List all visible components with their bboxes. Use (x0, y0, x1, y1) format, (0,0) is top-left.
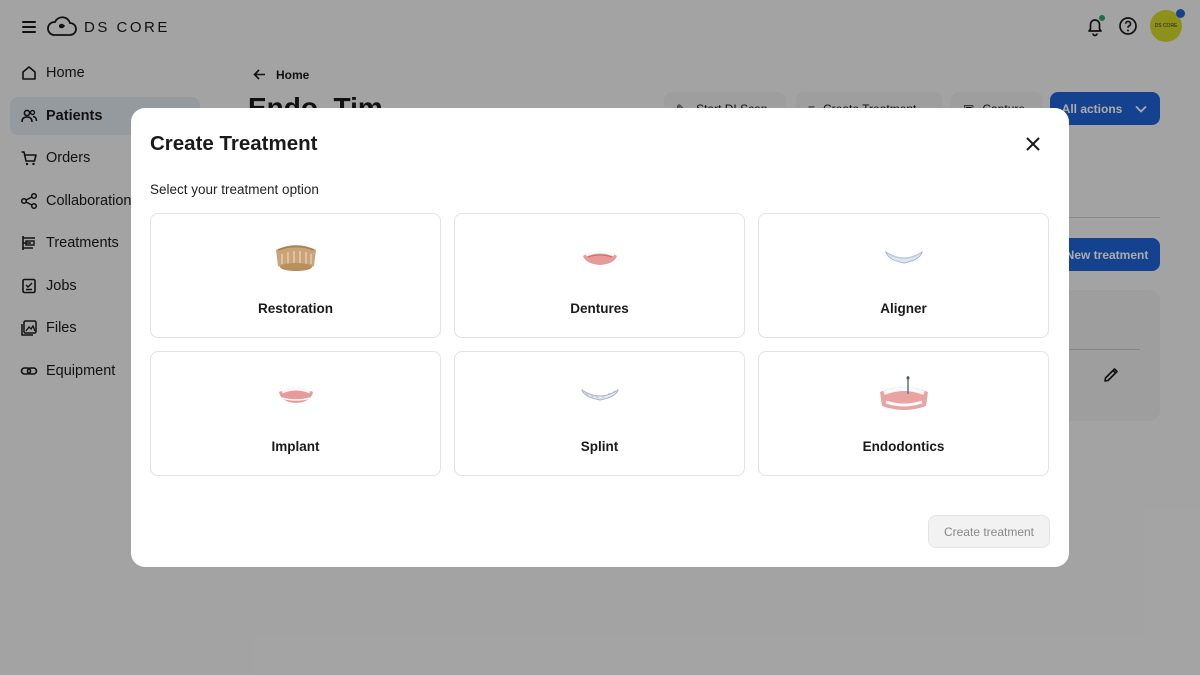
create-treatment-button[interactable]: Create treatment (928, 515, 1050, 548)
option-aligner[interactable]: Aligner (758, 213, 1049, 338)
option-label: Implant (271, 439, 320, 454)
option-dentures[interactable]: Dentures (454, 213, 745, 338)
option-label: Splint (580, 439, 619, 454)
endodontics-image (879, 376, 928, 410)
option-restoration[interactable]: Restoration (150, 213, 441, 338)
splint-image (580, 388, 619, 401)
option-label: Endodontics (862, 439, 945, 454)
option-label: Restoration (257, 301, 333, 316)
option-endodontics[interactable]: Endodontics (758, 351, 1049, 476)
close-icon[interactable] (1023, 134, 1043, 154)
create-treatment-dialog: Create Treatment Select your treatment o… (131, 108, 1069, 567)
dialog-title: Create Treatment (150, 132, 318, 155)
option-label: Aligner (880, 301, 927, 316)
dialog-subtitle: Select your treatment option (150, 182, 319, 197)
dentures-image (582, 250, 617, 265)
create-treatment-label: Create treatment (943, 524, 1035, 539)
option-splint[interactable]: Splint (454, 351, 745, 476)
option-implant[interactable]: Implant (150, 351, 441, 476)
option-label: Dentures (570, 301, 629, 316)
aligner-image (884, 250, 923, 264)
restoration-image (275, 245, 316, 271)
implant-image (278, 387, 313, 403)
